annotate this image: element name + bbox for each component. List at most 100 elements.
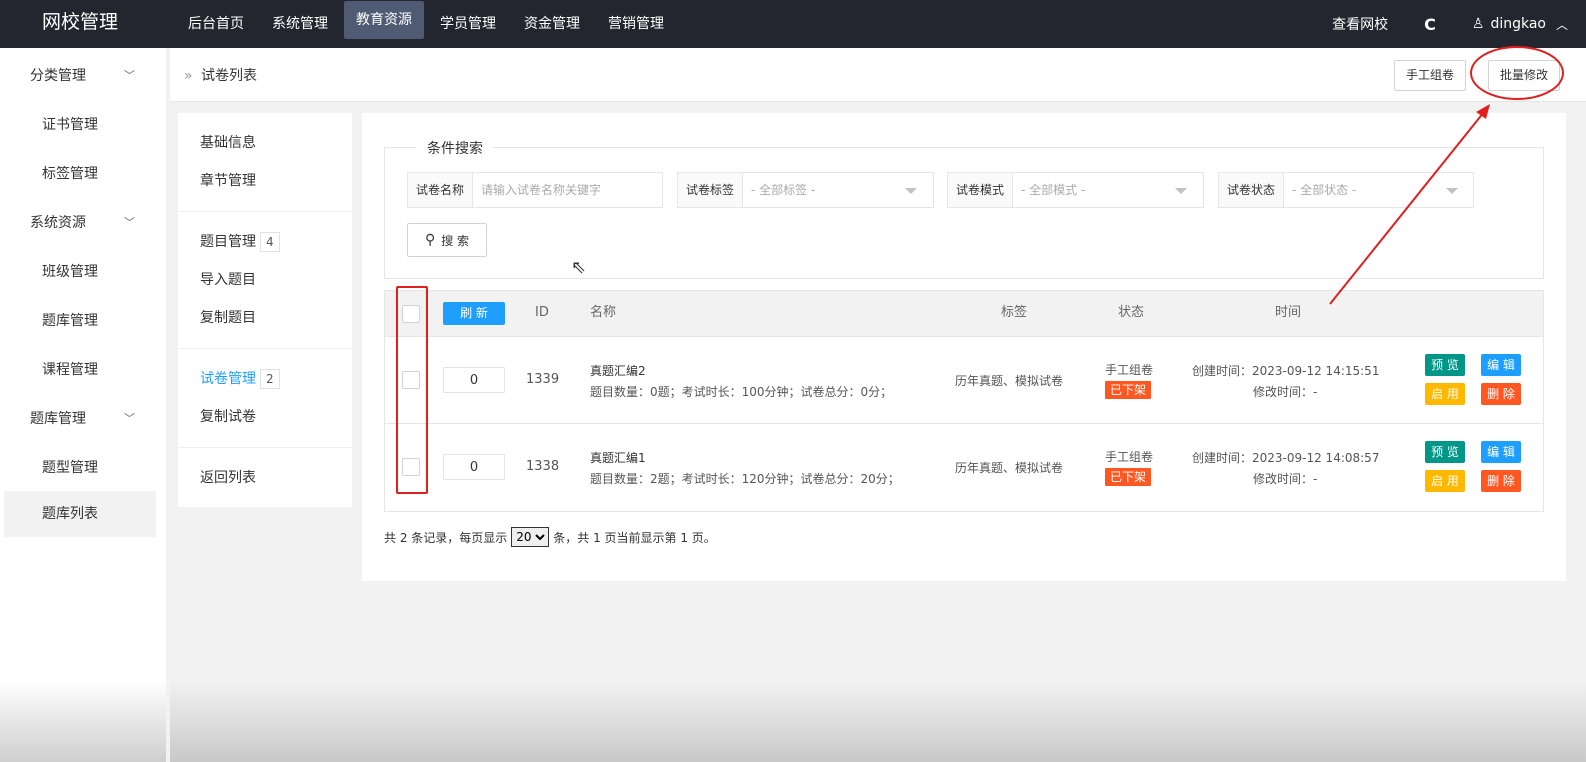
- edit-button[interactable]: 编 辑: [1481, 441, 1521, 463]
- field-label: 试卷标签: [678, 173, 744, 207]
- username: dingkao: [1490, 16, 1546, 32]
- pagination: 共 2 条记录，每页显示 20 条，共 1 页当前显示第 1 页。: [384, 527, 716, 547]
- user-menu[interactable]: ♙ dingkao ︿: [1454, 16, 1586, 33]
- nav-finance[interactable]: 资金管理: [512, 0, 592, 48]
- select-value: - 全部状态 -: [1292, 183, 1357, 197]
- dropdown-arrow-icon: [1175, 188, 1188, 194]
- preview-button[interactable]: 预 览: [1425, 441, 1465, 463]
- preview-button[interactable]: 预 览: [1425, 354, 1465, 376]
- menu-section-back: 返回列表: [178, 448, 352, 508]
- created-time: 创建时间：2023-09-12 14:08:57: [1192, 451, 1380, 465]
- modified-time: 修改时间：-: [1253, 385, 1318, 399]
- view-site-link[interactable]: 查看网校: [1314, 14, 1406, 34]
- chevron-down-icon: ﹀: [124, 216, 135, 229]
- column-header-time: 时间: [1275, 305, 1302, 320]
- paper-status-select[interactable]: - 全部状态 -: [1284, 173, 1469, 207]
- main-nav: 后台首页 系统管理 教育资源 学员管理 资金管理 营销管理: [176, 0, 680, 48]
- sidebar-item-classes[interactable]: 班级管理: [0, 244, 166, 293]
- bottom-shadow: [170, 680, 1586, 762]
- refresh-icon[interactable]: C: [1406, 15, 1454, 34]
- sidebar-item-tags[interactable]: 标签管理: [0, 146, 166, 195]
- menu-copy-paper[interactable]: 复制试卷: [178, 397, 352, 435]
- row-id: 1338: [526, 459, 560, 474]
- page-size-select[interactable]: 20: [511, 527, 550, 547]
- sidebar-item-certificates[interactable]: 证书管理: [0, 97, 166, 146]
- nav-home[interactable]: 后台首页: [176, 0, 256, 48]
- paper-tags: 历年真题、模拟试卷: [955, 461, 1064, 475]
- sidebar-item-bank-list[interactable]: 题库列表: [4, 491, 156, 537]
- edit-button[interactable]: 编 辑: [1481, 354, 1521, 376]
- sidebar-group-resources[interactable]: 系统资源 ﹀: [0, 195, 166, 244]
- menu-import-questions[interactable]: 导入题目: [178, 260, 352, 298]
- search-fieldset: 条件搜索 试卷名称 试卷标签 - 全部标签 - 试卷模式 - 全部模式 - 试卷…: [384, 138, 1544, 279]
- mouse-cursor-icon: ⇖: [571, 257, 587, 278]
- annotation-highlight-checkboxes: [396, 286, 428, 494]
- select-value: - 全部模式 -: [1021, 183, 1086, 197]
- status-badge: 已下架: [1105, 468, 1152, 486]
- search-legend: 条件搜索: [417, 138, 493, 158]
- paper-name-input[interactable]: [473, 173, 654, 207]
- modified-time: 修改时间：-: [1253, 472, 1318, 486]
- enable-button[interactable]: 启 用: [1425, 383, 1465, 405]
- paper-mode: 手工组卷: [1105, 450, 1154, 464]
- sidebar-group-label: 分类管理: [30, 68, 86, 84]
- menu-paper-mgmt[interactable]: 试卷管理 2: [178, 359, 352, 397]
- search-icon: ⚲: [424, 232, 436, 248]
- table-row: 1339 真题汇编2 题目数量：0题；考试时长：100分钟；试卷总分：0分； 历…: [385, 337, 1543, 424]
- paper-status-field: 试卷状态 - 全部状态 -: [1218, 172, 1474, 208]
- select-value: - 全部标签 -: [751, 183, 816, 197]
- status-badge: 已下架: [1105, 381, 1152, 399]
- dropdown-arrow-icon: [905, 188, 918, 194]
- paper-tags: 历年真题、模拟试卷: [955, 374, 1064, 388]
- nav-marketing[interactable]: 营销管理: [596, 0, 676, 48]
- field-label: 试卷状态: [1219, 173, 1285, 207]
- paper-title[interactable]: 真题汇编2: [590, 362, 646, 379]
- breadcrumb-separator-icon: »: [184, 68, 193, 84]
- paper-tag-select[interactable]: - 全部标签 -: [743, 173, 928, 207]
- sidebar-item-question-banks[interactable]: 题库管理: [0, 293, 166, 342]
- paper-meta: 题目数量：2题；考试时长：120分钟；试卷总分：20分；: [590, 472, 900, 486]
- sidebar-item-question-types[interactable]: 题型管理: [0, 440, 166, 489]
- manual-compose-button[interactable]: 手工组卷: [1394, 60, 1467, 91]
- field-label: 试卷名称: [408, 173, 474, 207]
- nav-system[interactable]: 系统管理: [260, 0, 340, 48]
- chevron-down-icon: ﹀: [124, 69, 135, 82]
- count-badge: 2: [260, 369, 280, 389]
- paper-title[interactable]: 真题汇编1: [590, 449, 646, 466]
- column-header-status: 状态: [1118, 305, 1145, 320]
- paper-table: 刷 新 ID 名称 标签 状态 时间 1339 真题汇编2 题目数量：0题；考试…: [384, 290, 1544, 512]
- menu-back-to-list[interactable]: 返回列表: [178, 458, 352, 496]
- search-button[interactable]: ⚲ 搜 索: [407, 223, 487, 257]
- menu-chapters[interactable]: 章节管理: [178, 161, 352, 199]
- created-time: 创建时间：2023-09-12 14:15:51: [1192, 364, 1380, 378]
- user-icon: ♙: [1471, 16, 1485, 32]
- sidebar: 分类管理 ﹀ 证书管理 标签管理 系统资源 ﹀ 班级管理 题库管理 课程管理 题…: [0, 48, 166, 762]
- nav-students[interactable]: 学员管理: [428, 0, 508, 48]
- menu-label: 题目管理: [200, 234, 256, 250]
- menu-copy-questions[interactable]: 复制题目: [178, 298, 352, 336]
- sidebar-item-courses[interactable]: 课程管理: [0, 342, 166, 391]
- sort-order-input[interactable]: [443, 367, 505, 393]
- menu-question-mgmt[interactable]: 题目管理 4: [178, 222, 352, 260]
- enable-button[interactable]: 启 用: [1425, 470, 1465, 492]
- row-id: 1339: [526, 372, 560, 387]
- menu-label: 试卷管理: [200, 371, 256, 387]
- paper-mode-select[interactable]: - 全部模式 -: [1013, 173, 1198, 207]
- sort-order-input[interactable]: [443, 454, 505, 480]
- menu-basic-info[interactable]: 基础信息: [178, 123, 352, 161]
- chevron-up-icon: ︿: [1555, 17, 1568, 32]
- delete-button[interactable]: 删 除: [1481, 470, 1521, 492]
- sidebar-group-category[interactable]: 分类管理 ﹀: [0, 48, 166, 97]
- refresh-button[interactable]: 刷 新: [443, 302, 505, 325]
- paper-tag-field: 试卷标签 - 全部标签 -: [677, 172, 934, 208]
- brand-logo[interactable]: 网校管理: [0, 0, 160, 48]
- delete-button[interactable]: 删 除: [1481, 383, 1521, 405]
- sidebar-group-bank-mgmt[interactable]: 题库管理 ﹀: [0, 391, 166, 440]
- top-right-tools: 查看网校 C ♙ dingkao ︿: [1314, 0, 1586, 48]
- paper-mode: 手工组卷: [1105, 363, 1154, 377]
- column-header-name: 名称: [590, 305, 617, 320]
- nav-education[interactable]: 教育资源: [344, 1, 424, 39]
- bottom-shadow: [0, 680, 166, 762]
- bank-inner-menu: 基础信息 章节管理 题目管理 4 导入题目 复制题目 试卷管理 2 复制试卷 返回列…: [178, 113, 352, 507]
- paper-name-field: 试卷名称: [407, 172, 663, 208]
